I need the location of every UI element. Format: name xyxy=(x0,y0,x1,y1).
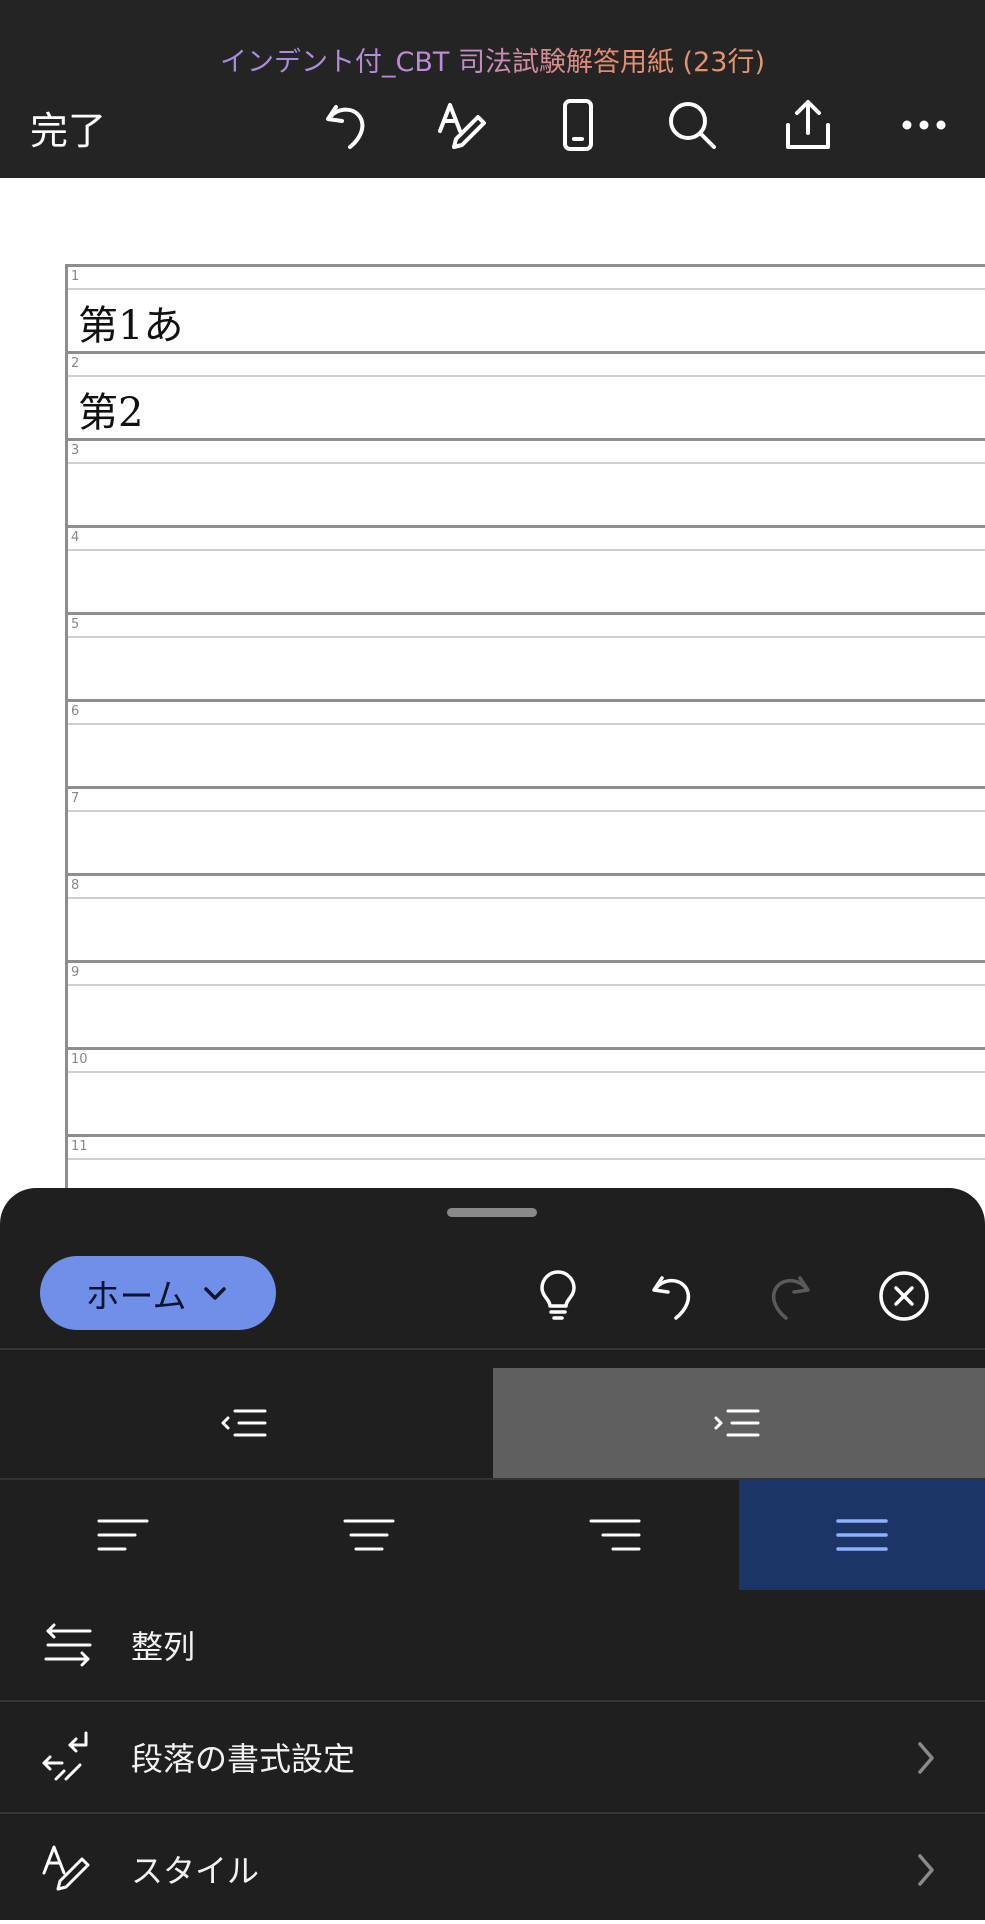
increase-indent-icon xyxy=(714,1409,760,1437)
more-icon[interactable] xyxy=(894,95,954,155)
line-number: 3 xyxy=(71,443,80,458)
search-icon[interactable] xyxy=(662,95,722,155)
arrange-label: 整列 xyxy=(131,1628,196,1666)
line-number: 10 xyxy=(71,1052,88,1067)
answer-sheet[interactable]: 1 第1あ 2 第2 3 4 5 6 7 8 9 10 11 xyxy=(65,264,985,1188)
increase-indent-button[interactable] xyxy=(493,1368,985,1478)
paragraph-format-label: 段落の書式設定 xyxy=(131,1740,356,1778)
guide-line xyxy=(68,288,985,290)
line-row[interactable]: 5 xyxy=(68,615,985,702)
undo-icon[interactable] xyxy=(318,95,378,155)
mobile-view-icon[interactable] xyxy=(548,95,608,155)
arrange-icon xyxy=(44,1623,92,1667)
line-row[interactable]: 1 第1あ xyxy=(68,267,985,354)
draw-icon[interactable] xyxy=(432,95,492,155)
line-row[interactable]: 3 xyxy=(68,441,985,528)
alignment-controls xyxy=(0,1480,985,1590)
chevron-right-icon xyxy=(918,1742,934,1774)
paragraph-format-menu-item[interactable]: 段落の書式設定 xyxy=(0,1702,985,1812)
align-center-button[interactable] xyxy=(246,1480,492,1590)
line-number: 11 xyxy=(71,1139,88,1154)
close-circle-icon[interactable] xyxy=(874,1266,934,1326)
guide-line xyxy=(68,375,985,377)
line-row[interactable]: 2 第2 xyxy=(68,354,985,441)
redo-icon xyxy=(758,1266,818,1326)
style-menu-item[interactable]: スタイル xyxy=(0,1814,985,1924)
arrange-menu-item[interactable]: 整列 xyxy=(0,1590,985,1700)
line-row[interactable]: 9 xyxy=(68,963,985,1050)
document-canvas[interactable]: 1 第1あ 2 第2 3 4 5 6 7 8 9 10 11 xyxy=(0,178,985,1188)
guide-line xyxy=(68,549,985,551)
line-number: 6 xyxy=(71,704,80,719)
line-row[interactable]: 4 xyxy=(68,528,985,615)
align-justify-button[interactable] xyxy=(739,1480,985,1590)
guide-line xyxy=(68,1158,985,1160)
guide-line xyxy=(68,462,985,464)
line-number: 2 xyxy=(71,356,80,371)
style-icon xyxy=(42,1845,90,1891)
guide-line xyxy=(68,984,985,986)
style-label: スタイル xyxy=(131,1852,260,1890)
guide-line xyxy=(68,810,985,812)
indent-controls xyxy=(0,1368,985,1478)
undo-icon[interactable] xyxy=(644,1266,704,1326)
guide-line xyxy=(68,1071,985,1073)
line-number: 4 xyxy=(71,530,80,545)
line-number: 1 xyxy=(71,269,80,284)
chevron-down-icon xyxy=(204,1287,227,1300)
drag-handle[interactable] xyxy=(447,1208,537,1217)
line-row[interactable]: 11 xyxy=(68,1137,985,1188)
home-tab-label: ホーム xyxy=(85,1276,187,1317)
guide-line xyxy=(68,897,985,899)
guide-line xyxy=(68,636,985,638)
paragraph-format-icon xyxy=(42,1731,88,1781)
document-title[interactable]: インデント付_CBT 司法試験解答用紙 (23行) xyxy=(0,40,985,79)
line-row[interactable]: 8 xyxy=(68,876,985,963)
guide-line xyxy=(68,723,985,725)
align-left-icon xyxy=(97,1519,149,1551)
home-tab-dropdown[interactable]: ホーム xyxy=(40,1256,276,1330)
align-center-icon xyxy=(343,1519,395,1551)
lightbulb-icon[interactable] xyxy=(528,1266,588,1326)
line-row[interactable]: 6 xyxy=(68,702,985,789)
share-icon[interactable] xyxy=(778,95,838,155)
align-left-button[interactable] xyxy=(0,1480,246,1590)
align-right-icon xyxy=(589,1519,641,1551)
line-number: 8 xyxy=(71,878,80,893)
line-number: 9 xyxy=(71,965,80,980)
ribbon-panel: ホーム 整列 段落の書式設定 スタイル xyxy=(0,1188,985,1920)
align-right-button[interactable] xyxy=(492,1480,738,1590)
line-row[interactable]: 7 xyxy=(68,789,985,876)
decrease-indent-button[interactable] xyxy=(0,1368,492,1478)
line-text[interactable]: 第1あ xyxy=(78,293,183,351)
chevron-right-icon xyxy=(918,1854,934,1886)
divider xyxy=(0,1348,985,1350)
top-toolbar: インデント付_CBT 司法試験解答用紙 (23行) 完了 xyxy=(0,0,985,178)
line-text[interactable]: 第2 xyxy=(78,380,143,438)
align-justify-icon xyxy=(836,1519,888,1551)
line-row[interactable]: 10 xyxy=(68,1050,985,1137)
done-button[interactable]: 完了 xyxy=(30,100,106,155)
line-number: 7 xyxy=(71,791,80,806)
decrease-indent-icon xyxy=(221,1409,267,1437)
line-number: 5 xyxy=(71,617,80,632)
